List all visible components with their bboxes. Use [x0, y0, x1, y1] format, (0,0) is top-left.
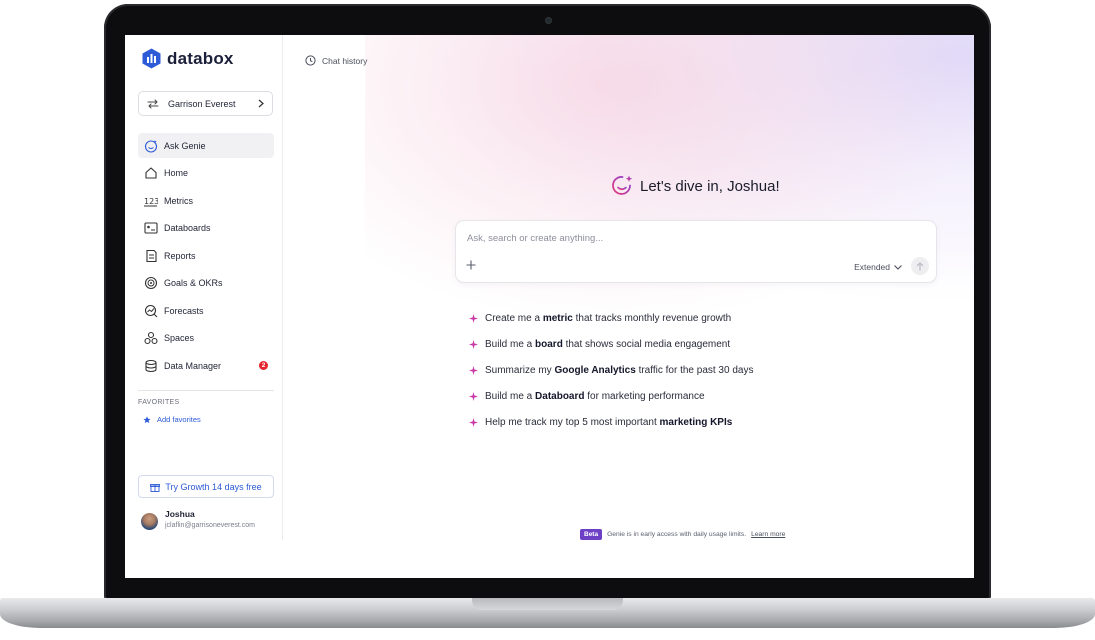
chat-history-link[interactable]: Chat history: [305, 55, 367, 66]
prompt-input[interactable]: Ask, search or create anything...: [467, 233, 603, 244]
brand-name: databox: [167, 48, 234, 68]
sparkle-icon: [469, 313, 478, 323]
avatar: [141, 513, 158, 530]
sidebar-item-metrics[interactable]: 123 Metrics: [138, 188, 274, 213]
sidebar-item-label: Home: [164, 168, 189, 178]
try-growth-label: Try Growth 14 days free: [165, 481, 262, 492]
sidebar-item-label: Ask Genie: [164, 140, 206, 151]
forecast-icon: [144, 304, 158, 318]
camera-icon: [545, 17, 552, 24]
database-icon: [144, 359, 158, 373]
workspace-switcher[interactable]: Garrison Everest: [138, 91, 273, 116]
beta-notice-text: Genie is in early access with daily usag…: [607, 531, 747, 538]
user-email: jclaflin@garrisoneverest.com: [165, 522, 255, 529]
sidebar-item-label: Databoards: [164, 223, 211, 233]
sidebar-item-goals[interactable]: Goals & OKRs: [138, 271, 274, 296]
suggestion-item[interactable]: Summarize my Google Analytics traffic fo…: [469, 357, 753, 383]
sparkle-icon: [469, 365, 478, 375]
gift-icon: [150, 483, 161, 492]
reports-icon: [144, 249, 158, 263]
suggestion-text: Build me a board that shows social media…: [485, 338, 731, 350]
sparkle-icon: [469, 339, 478, 349]
sidebar-item-label: Goals & OKRs: [164, 278, 223, 288]
suggestion-item[interactable]: Help me track my top 5 most important ma…: [469, 410, 753, 436]
suggestion-list: Create me a metric that tracks monthly r…: [469, 305, 753, 436]
spaces-icon: [144, 331, 158, 345]
sidebar-item-forecasts[interactable]: Forecasts: [138, 298, 274, 323]
send-button[interactable]: [911, 257, 929, 275]
metrics-icon: 123: [144, 194, 158, 208]
prompt-composer[interactable]: Ask, search or create anything... Extend…: [455, 220, 937, 283]
sidebar-divider: [138, 390, 274, 391]
mode-label: Extended: [854, 262, 890, 272]
databox-logo-icon: [142, 48, 161, 69]
sidebar-item-label: Spaces: [164, 333, 195, 343]
suggestion-item[interactable]: Create me a metric that tracks monthly r…: [469, 305, 753, 331]
sidebar-item-data-manager[interactable]: Data Manager 2: [138, 353, 274, 378]
brand-logo[interactable]: databox: [142, 48, 234, 69]
svg-text:123: 123: [144, 197, 158, 206]
chat-history-label: Chat history: [322, 55, 368, 66]
user-profile[interactable]: Joshua jclaflin@garrisoneverest.com: [141, 509, 255, 530]
genie-icon: [612, 175, 633, 195]
try-growth-button[interactable]: Try Growth 14 days free: [138, 475, 274, 498]
home-icon: [144, 166, 158, 180]
app-screen: databox Garrison Everest Ask Genie Home …: [125, 35, 974, 578]
sidebar-item-databoards[interactable]: Databoards: [138, 216, 274, 241]
clock-icon: [305, 55, 316, 66]
sidebar-nav: Ask Genie Home 123 Metrics Databoards Re…: [138, 133, 274, 381]
suggestion-item[interactable]: Build me a board that shows social media…: [469, 331, 753, 357]
learn-more-link[interactable]: Learn more: [751, 531, 785, 538]
sidebar-item-home[interactable]: Home: [138, 161, 274, 186]
sidebar-item-label: Forecasts: [164, 305, 204, 316]
sidebar-item-ask-genie[interactable]: Ask Genie: [138, 133, 274, 158]
sparkle-icon: [469, 418, 478, 428]
add-favorites-link[interactable]: Add favorites: [143, 415, 201, 424]
add-attachment-button[interactable]: [466, 259, 476, 272]
suggestion-text: Create me a metric that tracks monthly r…: [485, 312, 732, 324]
user-name: Joshua: [165, 509, 195, 519]
workspace-name: Garrison Everest: [168, 98, 236, 109]
sidebar: databox Garrison Everest Ask Genie Home …: [125, 35, 283, 540]
beta-notice: Beta Genie is in early access with daily…: [580, 529, 785, 540]
mode-dropdown[interactable]: Extended: [854, 262, 902, 272]
greeting-prefix: Let's dive in,: [640, 177, 723, 195]
favorites-heading: FAVORITES: [138, 399, 180, 406]
sparkle-icon: [469, 392, 478, 402]
suggestion-item[interactable]: Build me a Databoard for marketing perfo…: [469, 384, 753, 410]
star-icon: [143, 415, 151, 423]
suggestion-text: Build me a Databoard for marketing perfo…: [485, 391, 705, 403]
greeting-name: Joshua!: [727, 177, 780, 195]
beta-badge: Beta: [580, 529, 603, 540]
notification-badge: 2: [259, 361, 268, 370]
sidebar-item-reports[interactable]: Reports: [138, 243, 274, 268]
switch-arrows-icon: [147, 99, 159, 108]
target-icon: [144, 276, 158, 290]
arrow-up-icon: [916, 261, 924, 270]
sidebar-item-spaces[interactable]: Spaces: [138, 326, 274, 351]
greeting: Let's dive in, Joshua!: [610, 174, 780, 198]
laptop-notch: [472, 598, 623, 610]
greeting-text: Let's dive in, Joshua!: [640, 178, 780, 195]
suggestion-text: Help me track my top 5 most important ma…: [485, 417, 733, 429]
add-favorites-label: Add favorites: [157, 415, 201, 424]
sidebar-item-label: Metrics: [164, 195, 193, 206]
chevron-down-icon: [894, 264, 902, 270]
chevron-right-icon: [258, 99, 264, 108]
databoards-icon: [144, 221, 158, 235]
suggestion-text: Summarize my Google Analytics traffic fo…: [485, 364, 754, 376]
plus-icon: [466, 260, 476, 270]
sidebar-item-label: Reports: [164, 250, 196, 261]
genie-icon: [144, 139, 158, 153]
sidebar-item-label: Data Manager: [164, 360, 222, 371]
